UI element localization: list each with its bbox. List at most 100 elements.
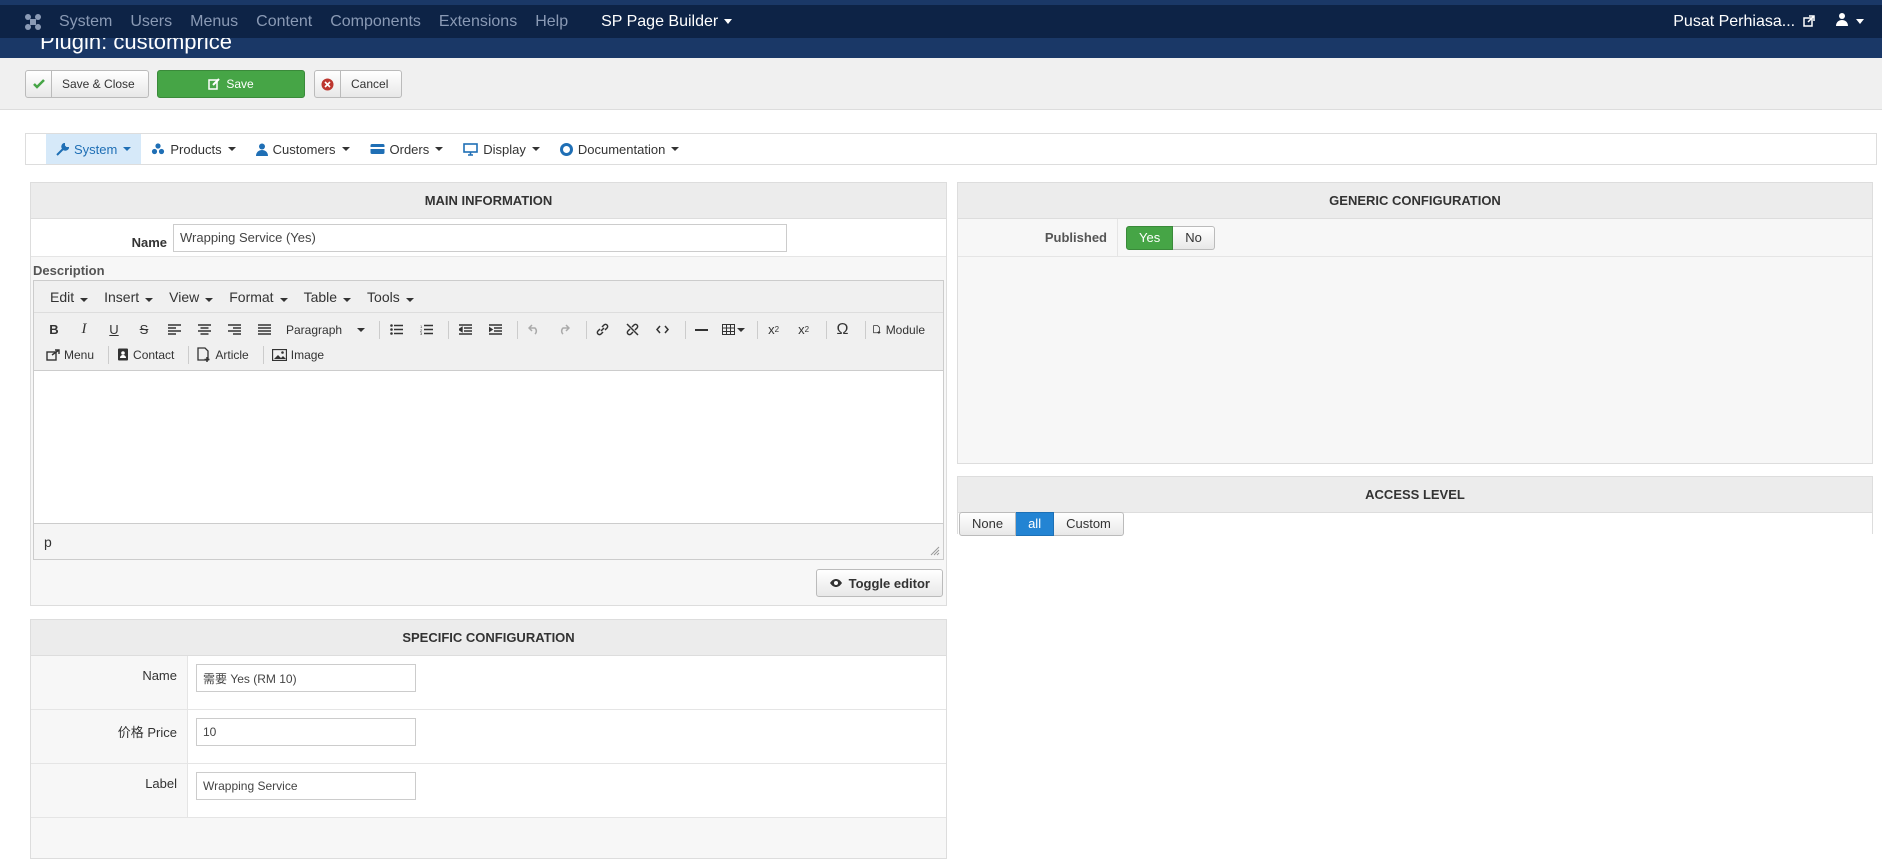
component-submenu: System Products Customers Orders Display…	[25, 133, 1877, 165]
numbered-list-icon[interactable]: 123	[414, 318, 438, 342]
access-level-row: None all Custom	[958, 512, 1872, 536]
main-information-panel: MAIN INFORMATION Name Description Edit I…	[30, 182, 947, 606]
superscript-icon[interactable]: x2	[792, 318, 816, 342]
insert-image-label: Image	[290, 347, 325, 362]
nav-sp-page-builder[interactable]: SP Page Builder	[577, 5, 741, 38]
indent-icon[interactable]	[483, 318, 507, 342]
cancel-button[interactable]: Cancel	[314, 70, 402, 98]
spec-row-name: Name	[31, 656, 946, 710]
chevron-down-icon	[80, 297, 89, 302]
nav-help[interactable]: Help	[526, 5, 577, 38]
access-custom-button[interactable]: Custom	[1054, 512, 1124, 536]
insert-image-button[interactable]: Image	[268, 343, 328, 367]
toggle-editor-row: Toggle editor	[31, 559, 946, 605]
toolbar: Save & Close Save Cancel	[0, 58, 1882, 110]
published-no-button[interactable]: No	[1173, 225, 1215, 250]
access-none-button[interactable]: None	[959, 512, 1017, 536]
editor-menu-tools[interactable]: Tools	[359, 289, 422, 305]
name-row: Name	[31, 219, 946, 257]
align-justify-icon[interactable]	[252, 318, 276, 342]
spec-name-label: Name	[31, 656, 188, 709]
editor-content-area[interactable]	[34, 371, 943, 523]
toggle-editor-button[interactable]: Toggle editor	[815, 569, 943, 597]
joomla-logo-icon[interactable]	[16, 5, 50, 38]
insert-menu-button[interactable]: Menu	[42, 343, 98, 367]
nav-menus[interactable]: Menus	[181, 5, 247, 38]
editor-menu-format[interactable]: Format	[221, 289, 295, 305]
published-toggle: Yes No	[1126, 225, 1215, 250]
align-center-icon[interactable]	[192, 318, 216, 342]
undo-icon[interactable]	[522, 318, 546, 342]
user-menu[interactable]	[1835, 12, 1864, 31]
page-title: Plugin: customprice	[40, 38, 232, 54]
save-close-button[interactable]: Save & Close	[25, 70, 149, 98]
user-icon	[255, 143, 268, 156]
insert-module-button[interactable]: Module	[869, 318, 929, 342]
site-link[interactable]: Pusat Perhiasa...	[1673, 13, 1815, 31]
editor-toolbar: B I U S Paragraph 123 x 2 x 2 Ω Module M…	[34, 313, 943, 371]
name-input[interactable]	[173, 223, 787, 252]
subscript-icon[interactable]: x2	[762, 318, 786, 342]
code-icon[interactable]	[651, 318, 675, 342]
editor-menu-edit[interactable]: Edit	[42, 289, 96, 305]
user-icon	[1835, 13, 1848, 26]
format-select-value: Paragraph	[286, 322, 343, 337]
spec-label-label: Label	[31, 764, 188, 817]
insert-menu-label: Menu	[64, 347, 95, 362]
outdent-icon[interactable]	[453, 318, 477, 342]
spec-name-input[interactable]	[196, 664, 416, 692]
cubes-icon	[152, 143, 165, 155]
menu-view-label: View	[169, 288, 200, 305]
special-character-icon[interactable]: Ω	[831, 318, 855, 342]
save-button[interactable]: Save	[157, 70, 305, 98]
strikethrough-icon[interactable]: S	[132, 318, 156, 342]
submenu-products[interactable]: Products	[141, 134, 245, 164]
unlink-icon[interactable]	[621, 318, 645, 342]
editor-menu-view[interactable]: View	[161, 289, 221, 305]
monitor-icon	[463, 142, 479, 156]
underline-icon[interactable]: U	[102, 318, 126, 342]
nav-users[interactable]: Users	[121, 5, 181, 38]
align-left-icon[interactable]	[162, 318, 186, 342]
nav-content[interactable]: Content	[247, 5, 321, 38]
link-icon[interactable]	[591, 318, 615, 342]
submenu-system-label: System	[74, 141, 118, 157]
access-all-button[interactable]: all	[1016, 512, 1055, 536]
chevron-down-icon	[671, 147, 680, 151]
bullet-list-icon[interactable]	[384, 318, 408, 342]
redo-icon[interactable]	[552, 318, 576, 342]
cancel-icon	[315, 71, 341, 97]
editor-statusbar: p	[34, 523, 943, 559]
editor-menu-table[interactable]: Table	[296, 289, 359, 305]
horizontal-rule-icon[interactable]	[690, 318, 714, 342]
nav-extensions[interactable]: Extensions	[430, 5, 526, 38]
nav-components[interactable]: Components	[321, 5, 430, 38]
spec-price-cell	[188, 710, 946, 763]
submenu-orders[interactable]: Orders	[360, 134, 454, 164]
editor-menu-insert[interactable]: Insert	[96, 289, 161, 305]
table-icon[interactable]	[720, 318, 747, 342]
italic-icon[interactable]: I	[72, 318, 96, 342]
admin-navbar: System Users Menus Content Components Ex…	[0, 5, 1882, 38]
address-book-icon	[118, 348, 129, 361]
format-select[interactable]: Paragraph	[282, 318, 369, 342]
submenu-customers[interactable]: Customers	[246, 134, 360, 164]
toolbar-separator	[379, 320, 381, 339]
align-right-icon[interactable]	[222, 318, 246, 342]
published-yes-button[interactable]: Yes	[1126, 225, 1174, 250]
submenu-display[interactable]: Display	[453, 134, 550, 164]
insert-contact-button[interactable]: Contact	[113, 343, 178, 367]
nav-right: Pusat Perhiasa...	[1673, 12, 1882, 31]
resize-handle-icon[interactable]	[930, 546, 940, 556]
submenu-system[interactable]: System	[46, 134, 142, 164]
submenu-documentation[interactable]: Documentation	[550, 134, 689, 164]
spec-price-input[interactable]	[196, 718, 416, 746]
spec-label-input[interactable]	[196, 772, 416, 800]
chevron-down-icon	[405, 297, 414, 302]
bold-icon[interactable]: B	[42, 318, 66, 342]
submenu-documentation-label: Documentation	[577, 141, 666, 157]
access-level-toggle: None all Custom	[959, 512, 1124, 536]
nav-system[interactable]: System	[50, 5, 121, 38]
insert-article-button[interactable]: Article	[193, 343, 252, 367]
element-path[interactable]: p	[44, 534, 52, 550]
